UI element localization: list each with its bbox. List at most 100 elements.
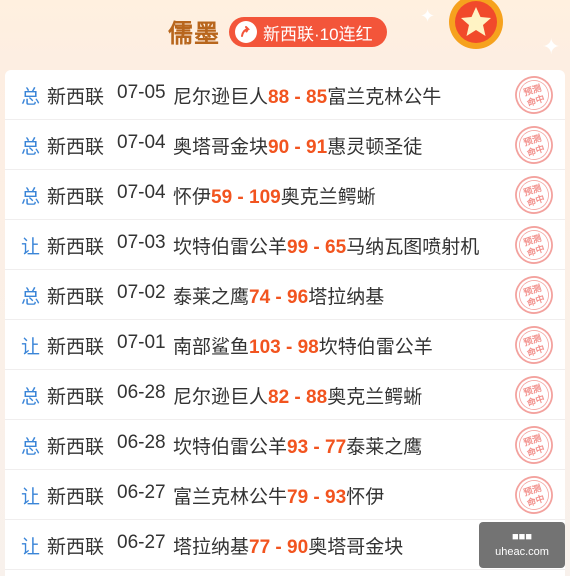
match-date: 07-04 (117, 182, 166, 203)
score-separator: - (308, 437, 326, 458)
away-team: 惠灵顿圣徒 (327, 137, 423, 158)
away-team: 富兰克林公牛 (327, 87, 442, 108)
away-score: 109 (249, 187, 281, 208)
score-separator: - (289, 87, 307, 108)
prediction-row[interactable]: 总新西联 07-04 奥塔哥金块90 - 91惠灵顿圣徒 预测 命中 (5, 120, 565, 170)
match-date: 07-04 (117, 132, 166, 153)
match-info: 坎特伯雷公羊99 - 65马纳瓦图喷射机 (173, 232, 479, 259)
score-separator: - (289, 137, 307, 158)
away-score: 93 (325, 487, 347, 508)
bet-type-label: 让 (21, 537, 41, 558)
hit-stamp-icon: 预测命中 (515, 176, 553, 214)
bet-type-label: 总 (21, 287, 41, 308)
bet-type-label: 让 (21, 487, 41, 508)
streak-label: 新西联·10连红 (263, 24, 373, 44)
match-date: 07-05 (117, 82, 166, 103)
away-score: 77 (325, 437, 347, 458)
hit-stamp-icon: 预测命中 (515, 226, 553, 264)
prediction-row[interactable]: 让新西联 07-03 坎特伯雷公羊99 - 65马纳瓦图喷射机 预测 命中 (5, 220, 565, 270)
home-team: 塔拉纳基 (173, 537, 250, 558)
bet-type-label: 总 (21, 387, 41, 408)
home-score: 59 (211, 187, 233, 208)
match-date: 06-28 (117, 382, 166, 403)
prediction-row[interactable]: 让新西联 06-27 富兰克林公牛79 - 93怀伊 预测 命中 (5, 470, 565, 520)
home-team: 奥塔哥金块 (173, 137, 269, 158)
home-score: 82 (268, 387, 290, 408)
score-separator: - (308, 237, 326, 258)
league-label: 新西联 (47, 387, 105, 408)
home-score: 74 (249, 287, 271, 308)
prediction-row[interactable]: 总新西联 06-28 坎特伯雷公羊93 - 77泰莱之鹰 预测 命中 (5, 420, 565, 470)
league-label: 新西联 (47, 537, 105, 558)
home-team: 怀伊 (173, 187, 212, 208)
home-score: 88 (268, 87, 290, 108)
away-team: 泰莱之鹰 (346, 437, 423, 458)
prediction-list: 总新西联 07-05 尼尔逊巨人88 - 85富兰克林公牛 预测 命中总新西联 07-04… (5, 70, 565, 576)
away-team: 奥克兰鳄蜥 (280, 187, 376, 208)
hit-stamp-icon: 预测命中 (515, 326, 553, 364)
home-score: 93 (287, 437, 309, 458)
away-score: 98 (297, 337, 319, 358)
league-label: 新西联 (47, 137, 105, 158)
away-team: 马纳瓦图喷射机 (346, 237, 480, 258)
home-score: 99 (287, 237, 309, 258)
bet-type-label: 总 (21, 137, 41, 158)
watermark: ■■■ uheac.com (479, 522, 565, 568)
watermark-url: uheac.com (495, 546, 549, 558)
match-date: 07-03 (117, 232, 166, 253)
watermark-icon-text: ■■■ (512, 531, 532, 543)
home-team: 坎特伯雷公羊 (173, 237, 288, 258)
home-team: 尼尔逊巨人 (173, 387, 269, 408)
hit-stamp-icon: 预测命中 (515, 476, 553, 514)
league-label: 新西联 (47, 287, 105, 308)
streak-badge: 新西联·10连红 (229, 17, 387, 47)
match-info: 塔拉纳基77 - 90奥塔哥金块 (173, 532, 403, 559)
match-info: 坎特伯雷公羊93 - 77泰莱之鹰 (173, 432, 422, 459)
away-team: 奥塔哥金块 (308, 537, 404, 558)
home-score: 103 (249, 337, 281, 358)
prediction-row[interactable]: 总新西联 06-28 尼尔逊巨人82 - 88奥克兰鳄蜥 预测 命中 (5, 370, 565, 420)
hit-stamp-icon: 预测命中 (515, 76, 553, 114)
arrow-up-icon (235, 21, 257, 43)
away-score: 65 (325, 237, 347, 258)
match-date: 06-27 (117, 482, 166, 503)
hit-stamp-icon: 预测命中 (515, 276, 553, 314)
league-label: 新西联 (47, 437, 105, 458)
sparkle-icon: ✦ (542, 34, 561, 59)
prediction-row[interactable]: 总新西联 07-05 尼尔逊巨人88 - 85富兰克林公牛 预测 命中 (5, 70, 565, 120)
away-score: 91 (306, 137, 328, 158)
author-name[interactable]: 儒墨 (168, 14, 220, 50)
home-score: 90 (268, 137, 290, 158)
match-info: 富兰克林公牛79 - 93怀伊 (173, 482, 384, 509)
score-separator: - (270, 287, 288, 308)
away-score: 90 (287, 537, 309, 558)
prediction-row[interactable]: 总新西联 07-02 泰莱之鹰74 - 96塔拉纳基 预测 命中 (5, 270, 565, 320)
match-date: 07-01 (117, 332, 166, 353)
bet-type-label: 让 (21, 337, 41, 358)
away-score: 88 (306, 387, 328, 408)
match-info: 尼尔逊巨人82 - 88奥克兰鳄蜥 (173, 382, 422, 409)
league-label: 新西联 (47, 337, 105, 358)
home-team: 富兰克林公牛 (173, 487, 288, 508)
bet-type-label: 总 (21, 187, 41, 208)
bet-type-label: 让 (21, 237, 41, 258)
prediction-row[interactable]: 总新西联 07-04 怀伊59 - 109奥克兰鳄蜥 预测 命中 (5, 170, 565, 220)
match-date: 07-02 (117, 282, 166, 303)
match-info: 奥塔哥金块90 - 91惠灵顿圣徒 (173, 132, 422, 159)
match-info: 怀伊59 - 109奥克兰鳄蜥 (173, 182, 376, 209)
match-date: 06-27 (117, 532, 166, 553)
away-score: 85 (306, 87, 328, 108)
league-label: 新西联 (47, 187, 105, 208)
home-score: 77 (249, 537, 271, 558)
bet-type-label: 总 (21, 437, 41, 458)
score-separator: - (270, 537, 288, 558)
match-info: 南部鲨鱼103 - 98坎特伯雷公羊 (173, 332, 433, 359)
star-medal-icon (449, 0, 503, 49)
hit-stamp-icon: 预测命中 (515, 126, 553, 164)
score-separator: - (232, 187, 250, 208)
prediction-row[interactable]: 让新西联 07-01 南部鲨鱼103 - 98坎特伯雷公羊 预测 命中 (5, 320, 565, 370)
away-team: 塔拉纳基 (308, 287, 385, 308)
bet-type-label: 总 (21, 87, 41, 108)
match-info: 泰莱之鹰74 - 96塔拉纳基 (173, 282, 384, 309)
match-date: 06-28 (117, 432, 166, 453)
